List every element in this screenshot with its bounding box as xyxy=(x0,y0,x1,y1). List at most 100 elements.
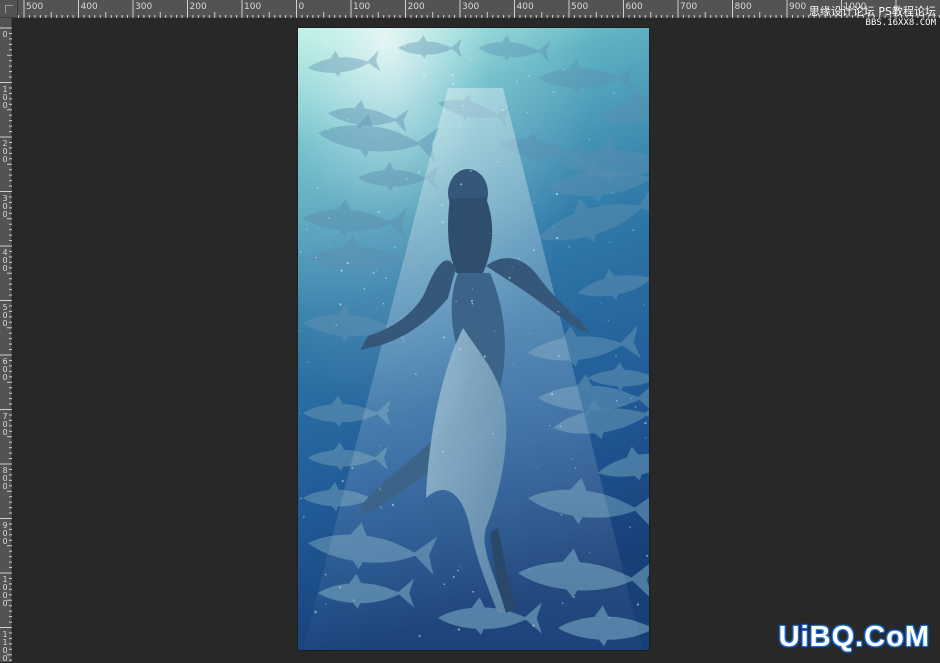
particle xyxy=(325,603,327,605)
particle xyxy=(346,261,349,265)
particle xyxy=(460,183,463,186)
particle xyxy=(315,256,317,259)
particle xyxy=(307,361,309,363)
particle xyxy=(529,333,531,335)
particle xyxy=(405,178,408,180)
ruler-top-label: 800 xyxy=(734,2,752,12)
particle xyxy=(451,73,454,77)
particle xyxy=(433,141,436,144)
particle xyxy=(600,301,602,303)
particle xyxy=(470,59,473,62)
particle xyxy=(468,67,471,69)
particle xyxy=(573,596,576,598)
particle xyxy=(644,422,647,425)
ruler-top-label: 500 xyxy=(26,2,44,12)
particle xyxy=(634,347,636,349)
ruler-top-label: 300 xyxy=(462,2,480,12)
particle xyxy=(613,92,615,94)
ruler-top-label: 100 xyxy=(353,2,371,12)
particle xyxy=(562,68,565,71)
particle xyxy=(549,424,551,427)
particle xyxy=(337,231,339,233)
particle xyxy=(529,568,531,570)
particle xyxy=(406,410,408,412)
particle xyxy=(413,44,415,46)
particle xyxy=(608,616,611,619)
watermark-logo: UiBQ.CoM xyxy=(778,621,930,653)
particle xyxy=(574,467,577,469)
document-canvas[interactable] xyxy=(298,28,649,650)
particle xyxy=(339,586,342,589)
particle xyxy=(589,132,590,134)
particle xyxy=(629,526,631,528)
ruler-top-label: 300 xyxy=(135,2,153,12)
particle xyxy=(377,211,380,214)
particle xyxy=(328,246,330,248)
particle xyxy=(536,467,538,469)
particle xyxy=(502,109,505,111)
vertical-ruler-ticks xyxy=(0,27,12,661)
particle xyxy=(497,161,499,163)
particle xyxy=(345,130,347,131)
particle xyxy=(568,246,570,248)
particle xyxy=(511,266,513,268)
particle xyxy=(327,158,329,160)
particle xyxy=(298,412,300,414)
particle xyxy=(552,91,555,93)
ruler-origin-corner[interactable] xyxy=(0,0,18,18)
vertical-ruler[interactable]: 010020030040050060070080090010001100 xyxy=(0,18,12,662)
particle xyxy=(441,203,444,206)
particle xyxy=(532,249,535,252)
particle xyxy=(561,602,564,604)
particle xyxy=(303,516,305,518)
particle xyxy=(423,74,426,78)
particle xyxy=(571,458,573,460)
particle xyxy=(455,300,457,302)
particle xyxy=(516,80,518,83)
particle xyxy=(609,241,611,243)
particle xyxy=(305,228,308,230)
particle xyxy=(457,569,459,572)
particle xyxy=(325,40,328,42)
particle xyxy=(451,261,454,264)
particle xyxy=(379,445,382,447)
particle xyxy=(458,348,461,351)
particle xyxy=(459,566,461,567)
particle xyxy=(355,28,358,31)
particle xyxy=(470,299,474,303)
particle xyxy=(300,497,302,500)
particle xyxy=(532,624,535,627)
particle xyxy=(550,392,554,396)
particle xyxy=(339,303,342,306)
particle xyxy=(615,399,618,402)
particle xyxy=(394,246,396,249)
ruler-top-label: 600 xyxy=(625,2,643,12)
particle xyxy=(452,575,455,578)
particle xyxy=(341,480,344,483)
particle xyxy=(457,628,461,631)
ruler-top-label: 900 xyxy=(789,2,807,12)
ruler-top-label: 100 xyxy=(244,2,262,12)
particle xyxy=(482,223,484,225)
particle xyxy=(489,232,491,235)
particle xyxy=(508,276,511,279)
particle xyxy=(607,320,609,322)
particle xyxy=(461,104,464,107)
particle xyxy=(418,171,421,174)
particle xyxy=(615,355,617,358)
particle xyxy=(347,118,350,121)
particle xyxy=(314,610,317,614)
ruler-top-label: 200 xyxy=(407,2,425,12)
ruler-top-label: 400 xyxy=(80,2,98,12)
particle xyxy=(472,590,475,593)
ruler-top-label: 400 xyxy=(516,2,534,12)
particle xyxy=(551,226,553,228)
particle xyxy=(645,437,647,439)
particle xyxy=(528,74,530,77)
particle xyxy=(353,599,355,602)
horizontal-ruler[interactable]: 500 400 300 200 100 0 100 200 300 400 500 600 700 800… xyxy=(18,0,940,18)
particle xyxy=(327,128,329,131)
particle xyxy=(471,288,473,290)
particle xyxy=(557,310,560,313)
watermark-top: 思缘设计论坛 PS教程论坛 BBS.16XX8.COM xyxy=(809,6,936,29)
